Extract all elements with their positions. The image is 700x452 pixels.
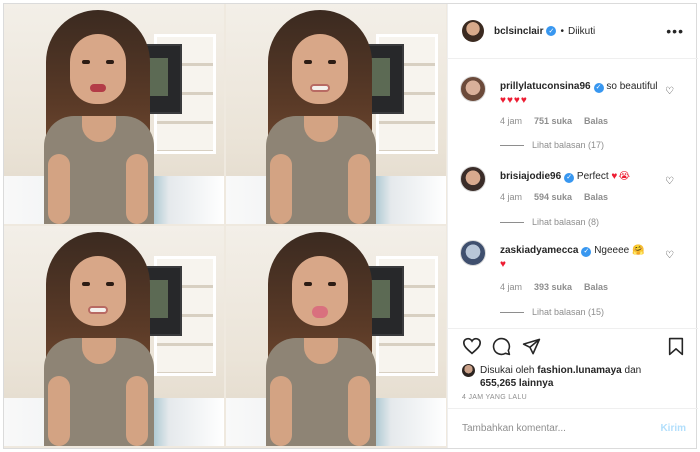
comment-body: Perfect <box>576 171 609 182</box>
post-timestamp[interactable]: 4 JAM YANG LALU <box>462 394 527 401</box>
comment-text: prillylatuconsina96 ✓ so beautiful ♥♥♥♥ <box>500 80 660 108</box>
replies-divider <box>500 311 524 313</box>
comment-meta: 4 jam 594 suka Balas <box>500 192 608 202</box>
liked-by-conjunction: dan <box>624 365 642 376</box>
post-photo-collage[interactable] <box>4 4 447 448</box>
post-frame: bclsinclair ✓ • Diikuti ••• prillylatuco… <box>3 3 698 449</box>
reply-button[interactable]: Balas <box>584 282 608 292</box>
comment-likes[interactable]: 393 suka <box>534 282 572 292</box>
post-side-panel: bclsinclair ✓ • Diikuti ••• prillylatuco… <box>447 4 698 448</box>
view-replies-link[interactable]: Lihat balasan (8) <box>500 217 599 227</box>
post-header: bclsinclair ✓ • Diikuti ••• <box>448 4 698 59</box>
view-replies-label: Lihat balasan (15) <box>532 307 605 317</box>
commenter-username[interactable]: zaskiadyamecca <box>500 245 578 256</box>
post-comment-button[interactable]: Kirim <box>660 423 686 434</box>
photo-tile-bottom-right <box>226 226 446 446</box>
commenter-avatar[interactable] <box>460 166 486 192</box>
comment-like-heart-icon[interactable]: ♡ <box>665 250 674 261</box>
comment-body: Ngeeee <box>594 245 630 256</box>
comment-time: 4 jam <box>500 192 523 202</box>
hugging-emoji-icon: 🤗 <box>632 245 645 256</box>
author-avatar[interactable] <box>462 20 484 42</box>
comment-item: prillylatuconsina96 ✓ so beautiful ♥♥♥♥ ♡… <box>448 76 698 156</box>
comment-time: 4 jam <box>500 116 523 126</box>
comment-time: 4 jam <box>500 282 523 292</box>
comment-like-heart-icon[interactable]: ♡ <box>665 86 674 97</box>
commenter-avatar[interactable] <box>460 240 486 266</box>
comment-like-heart-icon[interactable]: ♡ <box>665 176 674 187</box>
more-options-icon[interactable]: ••• <box>666 24 684 38</box>
comment-icon[interactable] <box>492 337 511 356</box>
replies-divider <box>500 144 524 146</box>
separator-dot: • <box>560 25 564 37</box>
comment-likes[interactable]: 594 suka <box>534 192 572 202</box>
comment-text: zaskiadyamecca ✓ Ngeeee 🤗 ♥ <box>500 244 660 272</box>
heart-emoji-icon: ♥ <box>500 259 507 270</box>
commenter-username[interactable]: prillylatuconsina96 <box>500 81 591 92</box>
share-icon[interactable] <box>522 337 541 356</box>
comment-likes[interactable]: 751 suka <box>534 116 572 126</box>
verified-badge-icon: ✓ <box>593 83 604 93</box>
photo-tile-top-left <box>4 4 224 224</box>
follow-status[interactable]: Diikuti <box>568 26 595 37</box>
liked-by-others[interactable]: 655,265 lainnya <box>480 378 553 389</box>
reply-button[interactable]: Balas <box>584 192 608 202</box>
post-action-bar <box>448 328 698 364</box>
heart-emoji-icon: ♥♥♥♥ <box>500 95 528 106</box>
heart-crying-emoji-icon: ♥😭 <box>611 171 632 182</box>
verified-badge-icon: ✓ <box>581 247 592 257</box>
comment-meta: 4 jam 751 suka Balas <box>500 116 608 126</box>
reply-button[interactable]: Balas <box>584 116 608 126</box>
add-comment-bar: Kirim <box>448 408 698 448</box>
view-replies-link[interactable]: Lihat balasan (17) <box>500 140 604 150</box>
liked-by-summary: Disukai oleh fashion.lunamaya dan 655,26… <box>462 364 687 390</box>
verified-badge-icon: ✓ <box>546 26 557 36</box>
view-replies-label: Lihat balasan (8) <box>532 217 600 227</box>
photo-tile-bottom-left <box>4 226 224 446</box>
bookmark-icon[interactable] <box>668 337 684 356</box>
comment-item: zaskiadyamecca ✓ Ngeeee 🤗 ♥ ♡ 4 jam 393 s… <box>448 240 698 320</box>
photo-tile-top-right <box>226 4 446 224</box>
view-replies-link[interactable]: Lihat balasan (15) <box>500 307 604 317</box>
liker-avatar[interactable] <box>462 364 475 377</box>
comment-input[interactable] <box>462 423 661 434</box>
liked-by-prefix: Disukai oleh <box>480 365 535 376</box>
comment-text: brisiajodie96 ✓ Perfect ♥😭 <box>500 170 660 184</box>
author-username[interactable]: bclsinclair <box>494 26 543 37</box>
verified-badge-icon: ✓ <box>564 173 575 183</box>
comment-meta: 4 jam 393 suka Balas <box>500 282 608 292</box>
comment-body: so beautiful <box>606 81 658 92</box>
replies-divider <box>500 221 524 223</box>
view-replies-label: Lihat balasan (17) <box>532 140 605 150</box>
comment-item: brisiajodie96 ✓ Perfect ♥😭 ♡ 4 jam 594 su… <box>448 166 698 236</box>
commenter-username[interactable]: brisiajodie96 <box>500 171 561 182</box>
heart-icon[interactable] <box>462 337 482 355</box>
liked-by-user[interactable]: fashion.lunamaya <box>537 365 621 376</box>
commenter-avatar[interactable] <box>460 76 486 102</box>
